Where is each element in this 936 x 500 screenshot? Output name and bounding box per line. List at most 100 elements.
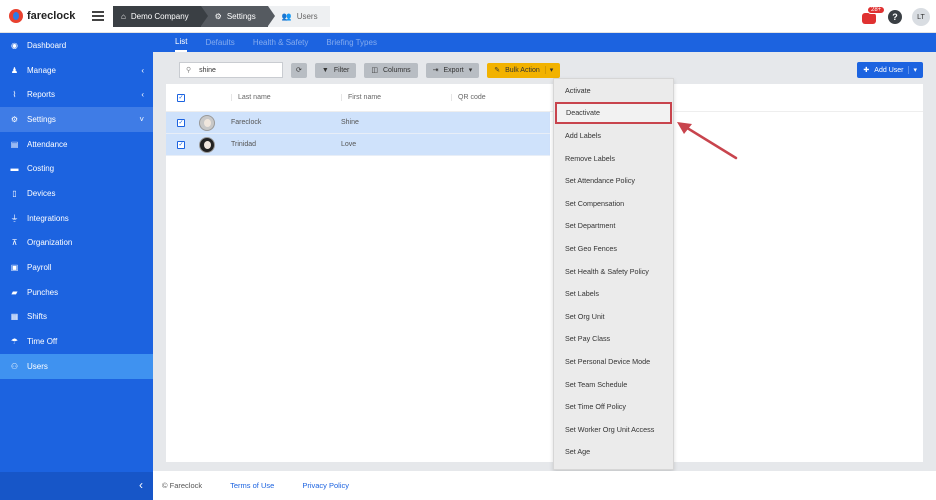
filter-label: Filter [333, 66, 350, 74]
select-all-checkbox[interactable]: ✓ [177, 93, 185, 102]
column-header-qr-code[interactable]: QR code [451, 94, 551, 101]
menu-item-set-personal-device-mode[interactable]: Set Personal Device Mode [554, 350, 673, 373]
sidebar-item-settings[interactable]: ⚙ Settings ˅ [0, 107, 153, 132]
menu-item-set-org-unit[interactable]: Set Org Unit [554, 305, 673, 328]
row-checkbox[interactable]: ✓ [177, 118, 185, 127]
logo[interactable]: fareclock [9, 9, 75, 23]
sitemap-icon: ⊼ [11, 238, 18, 248]
columns-button[interactable]: ◫ Columns [364, 62, 418, 78]
sidebar-item-label: Reports [27, 90, 56, 100]
sidebar-item-dashboard[interactable]: ◉ Dashboard [0, 33, 153, 58]
caret-down-icon: ▾ [544, 66, 553, 74]
breadcrumb-company[interactable]: ⌂ Demo Company [113, 6, 208, 27]
sidebar-item-users[interactable]: ⚇ Users [0, 353, 153, 379]
truck-icon: ▰ [11, 287, 18, 297]
column-header-last-name[interactable]: Last name [231, 94, 341, 101]
search-input[interactable]: ⚲ shine [179, 62, 283, 78]
table-row[interactable]: ✓ Fareclock Shine [166, 112, 550, 134]
menu-item-set-geo-fences[interactable]: Set Geo Fences [554, 237, 673, 260]
columns-label: Columns [383, 66, 411, 74]
breadcrumb-label: Settings [226, 12, 256, 21]
notifications-icon[interactable]: 28+ [862, 6, 886, 24]
search-icon: ⚲ [186, 67, 192, 74]
menu-toggle-icon[interactable] [92, 11, 104, 21]
column-header-first-name[interactable]: First name [341, 94, 451, 101]
gear-icon: ⚙ [214, 12, 222, 21]
sidebar-collapse-button[interactable]: ‹ [0, 472, 153, 500]
main-content: ⚲ shine ⟳ ▼ Filter ◫ Columns ⇥ Export ▾ … [153, 52, 936, 471]
privacy-link[interactable]: Privacy Policy [302, 481, 349, 490]
users-icon: 👥 [281, 12, 292, 21]
sidebar-item-costing[interactable]: ▬ Costing [0, 156, 153, 181]
header-actions: 28+ ? LT [862, 6, 930, 26]
add-user-button[interactable]: ✚ Add User ▾ [857, 62, 923, 78]
annotation-arrow-icon [677, 122, 738, 160]
sidebar-item-label: Attendance [27, 139, 68, 149]
menu-item-set-compensation[interactable]: Set Compensation [554, 192, 673, 215]
sidebar-item-manage[interactable]: ♟ Manage ‹ [0, 58, 153, 83]
top-bar: fareclock ⌂ Demo Company ⚙ Settings 👥 Us… [0, 0, 936, 33]
terms-link[interactable]: Terms of Use [230, 481, 274, 490]
menu-item-set-time-off-policy[interactable]: Set Time Off Policy [554, 395, 673, 418]
add-user-label: Add User [874, 66, 904, 74]
breadcrumb-settings[interactable]: ⚙ Settings [200, 6, 275, 27]
refresh-button[interactable]: ⟳ [291, 62, 307, 78]
dashboard-icon: ◉ [11, 40, 18, 50]
avatar[interactable]: LT [912, 8, 930, 26]
sidebar-item-label: Shifts [27, 312, 48, 322]
menu-item-set-health-safety-policy[interactable]: Set Health & Safety Policy [554, 260, 673, 283]
calendar-icon: ▦ [10, 312, 19, 322]
sidebar-item-devices[interactable]: ▯ Devices [0, 181, 153, 206]
sidebar-item-organization[interactable]: ⊼ Organization [0, 231, 153, 256]
chevron-left-icon: ‹ [141, 90, 144, 100]
chat-bubble-icon [862, 13, 876, 24]
breadcrumb: ⌂ Demo Company ⚙ Settings 👥 Users [113, 6, 330, 27]
menu-item-set-age[interactable]: Set Age [554, 441, 673, 464]
sidebar-item-time-off[interactable]: ☂ Time Off [0, 329, 153, 354]
filter-icon: ▼ [321, 66, 329, 74]
row-checkbox[interactable]: ✓ [177, 140, 185, 149]
chevron-left-icon: ‹ [139, 478, 143, 492]
sidebar: ◉ Dashboard ♟ Manage ‹ ⌇ Reports ‹ ⚙ Set… [0, 33, 153, 500]
sidebar-item-payroll[interactable]: ▣ Payroll [0, 255, 153, 280]
tab-list[interactable]: List [175, 33, 188, 52]
export-button[interactable]: ⇥ Export ▾ [425, 62, 480, 78]
menu-item-set-pay-class[interactable]: Set Pay Class [554, 328, 673, 351]
bulk-action-button[interactable]: ✎ Bulk Action ▾ [487, 62, 561, 78]
help-icon[interactable]: ? [888, 10, 902, 24]
sidebar-item-punches[interactable]: ▰ Punches [0, 280, 153, 305]
money-icon: ▣ [10, 263, 19, 273]
menu-item-remove-labels[interactable]: Remove Labels [554, 147, 673, 170]
sidebar-item-reports[interactable]: ⌇ Reports ‹ [0, 82, 153, 107]
breadcrumb-label: Demo Company [130, 12, 189, 21]
magic-icon: ✎ [494, 67, 501, 74]
menu-item-set-worker-org-unit-access[interactable]: Set Worker Org Unit Access [554, 418, 673, 441]
menu-item-deactivate[interactable]: Deactivate [555, 101, 672, 125]
settings-tabs: List Defaults Health & Safety Briefing T… [153, 33, 936, 52]
sidebar-item-shifts[interactable]: ▦ Shifts [0, 305, 153, 330]
menu-item-set-department[interactable]: Set Department [554, 215, 673, 238]
sidebar-item-label: Users [27, 361, 48, 371]
sidebar-item-label: Manage [27, 65, 56, 75]
filter-button[interactable]: ▼ Filter [314, 62, 357, 78]
menu-item-set-labels[interactable]: Set Labels [554, 282, 673, 305]
id-card-icon: ▤ [10, 139, 19, 149]
tab-health-safety[interactable]: Health & Safety [253, 33, 309, 52]
breadcrumb-label: Users [296, 12, 318, 21]
menu-item-add-labels[interactable]: Add Labels [554, 124, 673, 147]
menu-item-activate[interactable]: Activate [554, 79, 673, 102]
menu-item-set-attendance-policy[interactable]: Set Attendance Policy [554, 169, 673, 192]
sidebar-item-integrations[interactable]: ⏚ Integrations [0, 206, 153, 231]
sidebar-item-label: Dashboard [27, 40, 67, 50]
fareclock-logo-icon [9, 9, 23, 23]
sidebar-item-attendance[interactable]: ▤ Attendance [0, 132, 153, 157]
tab-briefing-types[interactable]: Briefing Types [326, 33, 377, 52]
tab-defaults[interactable]: Defaults [205, 33, 234, 52]
search-value: shine [199, 66, 216, 74]
columns-icon: ◫ [371, 67, 378, 74]
menu-item-set-team-schedule[interactable]: Set Team Schedule [554, 373, 673, 396]
table-row[interactable]: ✓ Trinidad Love [166, 134, 550, 156]
bulk-action-label: Bulk Action [505, 66, 540, 74]
chevron-down-icon: ˅ [139, 115, 144, 125]
export-label: Export [443, 66, 464, 74]
